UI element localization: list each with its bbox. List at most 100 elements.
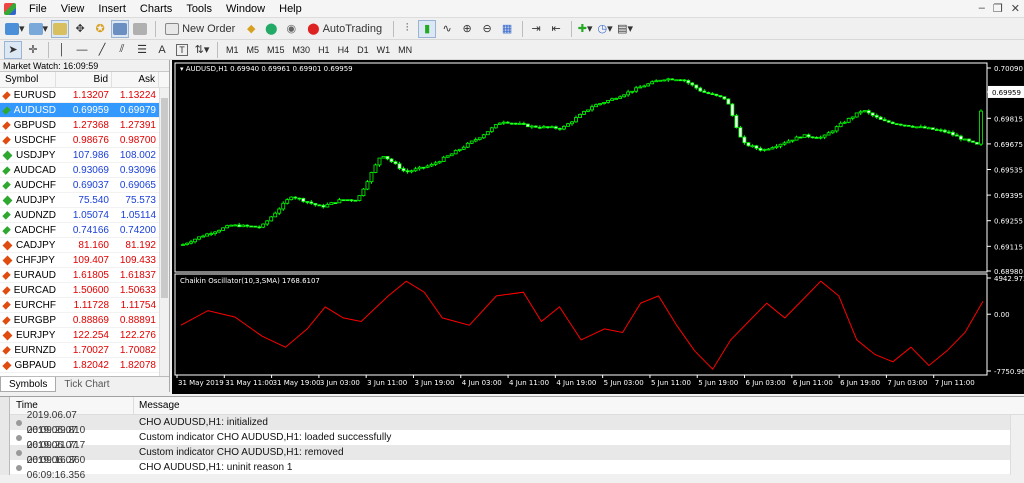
indicators-button[interactable]: ✚ ▾	[576, 20, 594, 38]
market-watch-scrollbar[interactable]	[159, 88, 169, 376]
tab-tick-chart[interactable]: Tick Chart	[56, 377, 117, 392]
data-window-toggle[interactable]: ✥	[71, 20, 89, 38]
timeframe-h1[interactable]: H1	[314, 42, 334, 58]
menu-insert[interactable]: Insert	[91, 0, 133, 18]
market-watch-row[interactable]: AUDCAD 0.93069 0.93096	[0, 163, 169, 178]
terminal-toggle[interactable]	[111, 19, 130, 38]
price-chart[interactable]: 0.70090 0.69959 0.69815 0.69675 0.69535 0.693…	[172, 60, 1024, 394]
market-watch-row[interactable]: CHFJPY 109.407 109.433	[0, 253, 169, 268]
metaeditor-button[interactable]: ◆	[242, 20, 260, 38]
arrows-tool[interactable]: ⇅ ▾	[193, 41, 211, 59]
channel-tool[interactable]: ⫽	[113, 41, 131, 59]
candle-body	[413, 168, 418, 172]
market-watch-row[interactable]: EURNZD 1.70027 1.70082	[0, 343, 169, 358]
time-label: 31 May 2019	[178, 379, 224, 387]
terminal-side-tab[interactable]	[0, 397, 10, 475]
journal-row[interactable]: 2019.06.07 06:09:16.360 Custom indicator …	[10, 440, 1010, 466]
new-order-button[interactable]: New Order	[160, 20, 240, 38]
terminal-scrollbar[interactable]	[1010, 415, 1024, 475]
indicator-frame	[174, 273, 988, 376]
market-watch-row[interactable]: EURUSD 1.13207 1.13224	[0, 88, 169, 103]
navigator-toggle[interactable]: ✪	[91, 20, 109, 38]
journal-row[interactable]: 2019.06.07 06:09:16.356 CHO AUDUSD,H1: un…	[10, 455, 1010, 481]
timeframe-w1[interactable]: W1	[373, 42, 395, 58]
zoom-out-button[interactable]: ⊖	[478, 20, 496, 38]
candle-body	[862, 110, 867, 113]
text-tool[interactable]: A	[153, 41, 171, 59]
timeframe-m15[interactable]: M15	[263, 42, 289, 58]
timeframe-m5[interactable]: M5	[243, 42, 264, 58]
timeframe-m30[interactable]: M30	[289, 42, 315, 58]
scrollbar-thumb[interactable]	[161, 98, 168, 298]
candle-body	[638, 86, 643, 89]
market-watch-row[interactable]: AUDJPY 75.540 75.573	[0, 193, 169, 208]
horizontal-line-tool[interactable]: —	[73, 41, 91, 59]
tile-windows-button[interactable]: ▦	[498, 20, 516, 38]
candle-body	[834, 126, 839, 132]
market-watch-row[interactable]: GBPUSD 1.27368 1.27391	[0, 118, 169, 133]
crosshair-tool[interactable]: ✛	[24, 41, 42, 59]
column-symbol[interactable]: Symbol	[0, 72, 56, 87]
candle-body	[554, 126, 558, 129]
market-watch-row[interactable]: AUDUSD 0.69959 0.69979	[0, 103, 169, 118]
market-watch-row[interactable]: USDCHF 0.98676 0.98700	[0, 133, 169, 148]
journal-row[interactable]: 2019.06.07 06:09:21.717 Custom indicator …	[10, 425, 1010, 451]
tester-toggle[interactable]	[131, 20, 149, 38]
menu-help[interactable]: Help	[272, 0, 309, 18]
column-message[interactable]: Message	[134, 397, 180, 414]
periods-button[interactable]: ◷ ▾	[596, 20, 614, 38]
label-tool[interactable]: T	[173, 41, 191, 59]
timeframe-d1[interactable]: D1	[353, 42, 373, 58]
market-watch-row[interactable]: AUDNZD 1.05074 1.05114	[0, 208, 169, 223]
timeframe-h4[interactable]: H4	[334, 42, 354, 58]
bar-chart-button[interactable]: ⫶	[398, 20, 416, 38]
market-watch-row[interactable]: EURJPY 122.254 122.276	[0, 328, 169, 343]
market-watch-row[interactable]: EURAUD 1.61805 1.61837	[0, 268, 169, 283]
restore-icon[interactable]: ❐	[993, 2, 1003, 15]
market-watch-row[interactable]: EURCAD 1.50600 1.50633	[0, 283, 169, 298]
auto-scroll-button[interactable]: ⇥	[527, 20, 545, 38]
menu-tools[interactable]: Tools	[179, 0, 219, 18]
market-watch-row[interactable]: CADJPY 81.160 81.192	[0, 238, 169, 253]
market-watch-row[interactable]: EURCHF 1.11728 1.11754	[0, 298, 169, 313]
market-watch-toggle[interactable]	[51, 19, 70, 38]
journal-row[interactable]: 2019.06.07 06:09:29.810 CHO AUDUSD,H1: in…	[10, 410, 1010, 436]
market-watch-row[interactable]: USDJPY 107.986 108.002	[0, 148, 169, 163]
zoom-in-button[interactable]: ⊕	[458, 20, 476, 38]
market-watch-row[interactable]: CADCHF 0.74166 0.74200	[0, 223, 169, 238]
symbol-cell: CHFJPY	[0, 253, 56, 267]
minimize-icon[interactable]: ‒	[979, 2, 985, 15]
templates-button[interactable]: ▤ ▾	[616, 20, 634, 38]
new-chart-button[interactable]: ▾	[4, 20, 26, 38]
autotrading-button[interactable]: ⬤ AutoTrading	[302, 20, 387, 38]
chart-window[interactable]: 0.70090 0.69959 0.69815 0.69675 0.69535 0.693…	[172, 60, 1024, 394]
signals-button[interactable]: ⬤	[262, 20, 280, 38]
profiles-button[interactable]: ▾	[28, 20, 50, 38]
column-bid[interactable]: Bid	[56, 72, 112, 87]
fibonacci-tool[interactable]: ☰	[133, 41, 151, 59]
menu-view[interactable]: View	[54, 0, 92, 18]
candlestick-button[interactable]: ▮	[418, 19, 437, 38]
market-button[interactable]: ◉	[282, 20, 300, 38]
column-ask[interactable]: Ask	[112, 72, 159, 87]
bid-cell: 0.69959	[72, 105, 109, 116]
timeframe-mn[interactable]: MN	[394, 42, 416, 58]
close-icon[interactable]: ✕	[1011, 2, 1020, 15]
market-watch-row[interactable]: GBPAUD 1.82042 1.82078	[0, 358, 169, 373]
line-chart-button[interactable]: ∿	[438, 20, 456, 38]
tab-symbols[interactable]: Symbols	[0, 377, 57, 392]
vertical-line-tool[interactable]: │	[53, 41, 71, 59]
cursor-tool[interactable]: ➤	[4, 40, 22, 59]
chart-shift-button[interactable]: ⇤	[547, 20, 565, 38]
candle-body	[886, 120, 891, 123]
menu-charts[interactable]: Charts	[133, 0, 179, 18]
candle-body	[481, 134, 486, 139]
menu-window[interactable]: Window	[219, 0, 272, 18]
price-down-icon	[2, 345, 12, 355]
market-watch-row[interactable]: EURGBP 0.88869 0.88891	[0, 313, 169, 328]
market-watch-row[interactable]: AUDCHF 0.69037 0.69065	[0, 178, 169, 193]
trendline-tool[interactable]: ╱	[93, 41, 111, 59]
candle-body	[329, 202, 334, 205]
timeframe-m1[interactable]: M1	[222, 42, 243, 58]
menu-file[interactable]: File	[22, 0, 54, 18]
